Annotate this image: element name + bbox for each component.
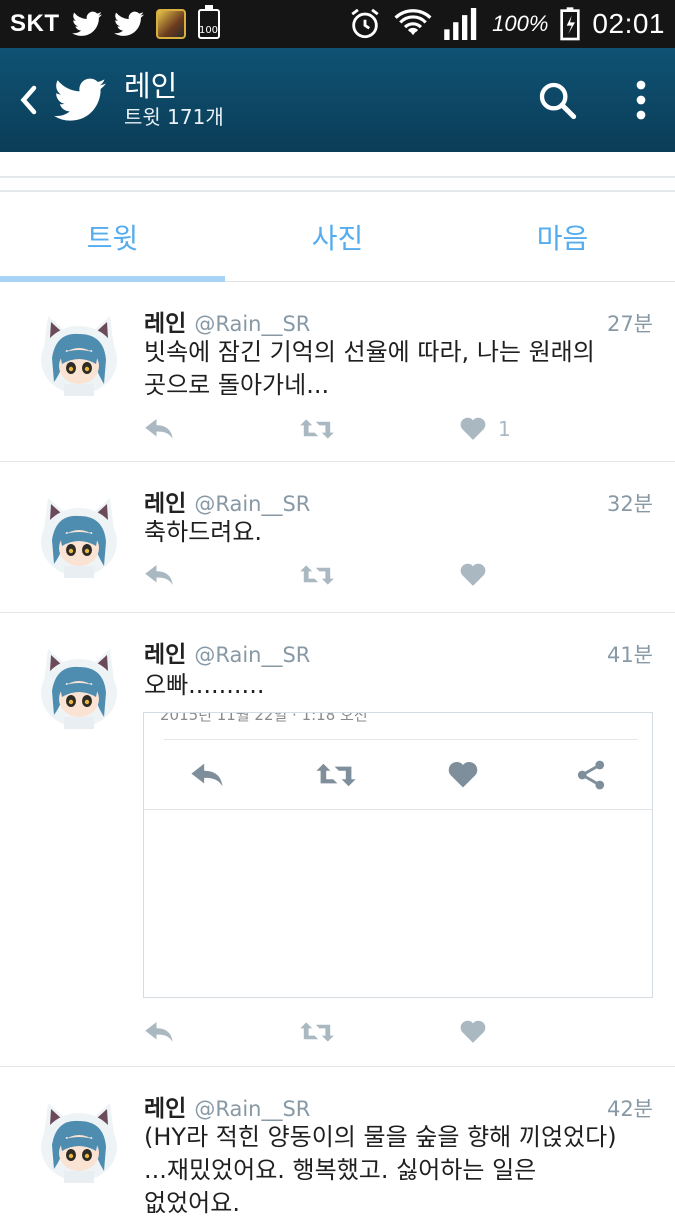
tweet-author-name[interactable]: 레인 [144, 484, 186, 518]
retweet-button[interactable] [300, 1017, 334, 1047]
avatar[interactable] [34, 308, 124, 398]
card-share-button[interactable] [576, 757, 606, 793]
chevron-left-icon [20, 85, 37, 115]
heart-icon [460, 1020, 486, 1043]
avatar[interactable] [34, 1095, 124, 1185]
tweet-timestamp: 41분 [606, 643, 653, 667]
tab-likes[interactable]: 마음 [450, 192, 675, 281]
tweet-text: (HY라 적힌 양동이의 물을 숲을 향해 끼얹었다) ...재밌었어요. 행복… [144, 1121, 649, 1220]
twitter-notification-icon [71, 11, 102, 36]
tweet-text-line: ...재밌었어요. 행복했고. 싫어하는 일은 [144, 1156, 537, 1184]
overflow-menu-button[interactable] [621, 70, 661, 130]
more-vertical-icon [636, 80, 646, 120]
like-button[interactable] [460, 1017, 486, 1047]
reply-icon [145, 565, 173, 585]
tab-tweets[interactable]: 트윗 [0, 192, 225, 282]
profile-tabs: 트윗 사진 마음 [0, 192, 675, 282]
reply-button[interactable] [144, 1017, 174, 1047]
embedded-image-card[interactable]: 2015년 11월 22일 · 1:18 오전 [143, 712, 653, 998]
twitter-notification-icon [113, 11, 144, 36]
tweet-item[interactable]: 레인 @Rain__SR 32분 축하드려요. [0, 462, 675, 613]
battery-percent: 100% [492, 11, 549, 36]
heart-icon [460, 563, 486, 586]
tweet-author-handle[interactable]: @Rain__SR [194, 643, 310, 667]
tweet-author-handle[interactable]: @Rain__SR [194, 492, 310, 516]
heart-icon [448, 761, 478, 788]
tweet-count: 트윗 171개 [124, 105, 224, 129]
reply-icon [191, 763, 223, 787]
retweet-icon [300, 419, 334, 439]
battery-notification-label: 100 [198, 25, 219, 36]
tweet-author-name[interactable]: 레인 [144, 635, 186, 669]
avatar[interactable] [34, 490, 124, 580]
retweet-button[interactable] [300, 414, 334, 444]
carrier-label: SKT [10, 10, 60, 37]
back-button[interactable] [6, 70, 50, 130]
tweet-author-name[interactable]: 레인 [144, 304, 186, 338]
avatar[interactable] [34, 641, 124, 731]
retweet-icon [300, 565, 334, 585]
tweet-text-line: 오빠.......... [144, 671, 265, 699]
tweet-author-handle[interactable]: @Rain__SR [194, 312, 310, 336]
like-button[interactable] [460, 560, 486, 590]
tweet-text-line: (HY라 적힌 양동이의 물을 숲을 향해 끼얹었다) [144, 1123, 617, 1151]
heart-icon [460, 417, 486, 440]
tweet-text: 오빠.......... [144, 669, 635, 702]
card-divider [144, 809, 652, 810]
like-button[interactable]: 1 [460, 414, 511, 444]
search-icon [539, 82, 577, 120]
battery-notification-icon: 100 [197, 5, 220, 39]
battery-charging-icon [560, 7, 581, 41]
tweet-author-name[interactable]: 레인 [144, 1089, 186, 1123]
retweet-icon [316, 763, 356, 787]
tab-photos[interactable]: 사진 [225, 192, 450, 281]
like-count: 1 [498, 417, 511, 441]
tweet-item[interactable]: 레인 @Rain__SR 42분 (HY라 적힌 양동이의 물을 숲을 향해 끼… [0, 1067, 675, 1217]
status-bar: SKT 100 100% 02:01 [0, 0, 675, 48]
card-divider [164, 739, 638, 740]
app-bar: 레인 트윗 171개 [0, 48, 675, 152]
tweet-author-handle[interactable]: @Rain__SR [194, 1097, 310, 1121]
signal-icon [444, 8, 477, 40]
tweet-text-line: 없었어요. [144, 1189, 240, 1217]
reply-button[interactable] [144, 560, 174, 590]
tweet-actions [144, 1017, 524, 1047]
tweet-text: 축하드려요. [144, 516, 635, 549]
card-retweet-button[interactable] [316, 757, 356, 793]
tweet-text-line: 축하드려요. [144, 518, 263, 546]
game-app-icon [155, 9, 186, 39]
reply-icon [145, 419, 173, 439]
alarm-clock-icon [351, 8, 379, 39]
card-actions [144, 757, 652, 807]
tweet-text-line: 빗속에 잠긴 기억의 선율에 따라, 나는 원래의 [144, 338, 595, 366]
tweet-actions [144, 560, 524, 590]
tweet-actions: 1 [144, 414, 524, 444]
card-reply-button[interactable] [190, 757, 224, 793]
clock: 02:01 [592, 8, 665, 39]
profile-title: 레인 [124, 69, 178, 103]
share-icon [577, 760, 605, 790]
retweet-button[interactable] [300, 560, 334, 590]
tweet-timestamp: 42분 [606, 1097, 653, 1121]
card-like-button[interactable] [448, 757, 478, 793]
tweet-timestamp: 27분 [606, 312, 653, 336]
tweet-text: 빗속에 잠긴 기억의 선율에 따라, 나는 원래의 곳으로 돌아가네... [144, 336, 635, 402]
reply-button[interactable] [144, 414, 174, 444]
twitter-logo-icon [54, 78, 106, 121]
wifi-icon [394, 9, 432, 36]
tweet-timestamp: 32분 [606, 492, 653, 516]
tweet-item[interactable]: 레인 @Rain__SR 27분 빗속에 잠긴 기억의 선율에 따라, 나는 원… [0, 282, 675, 462]
retweet-icon [300, 1022, 334, 1042]
header-divider [0, 152, 675, 192]
tweet-text-line: 곳으로 돌아가네... [144, 371, 330, 399]
reply-icon [145, 1022, 173, 1042]
search-button[interactable] [527, 70, 587, 130]
card-date: 2015년 11월 22일 · 1:18 오전 [160, 712, 368, 724]
